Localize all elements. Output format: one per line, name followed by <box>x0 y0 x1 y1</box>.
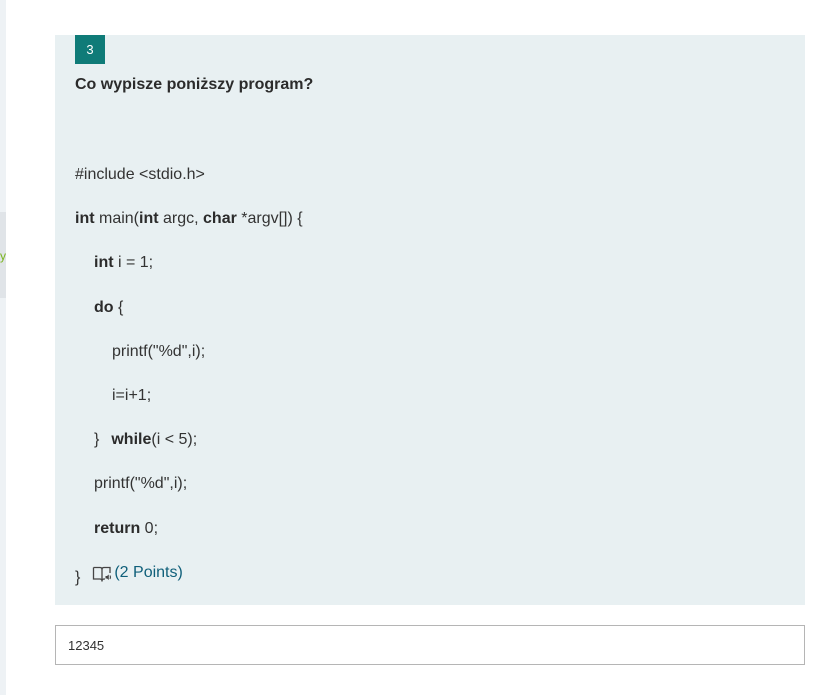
code-keyword: int <box>139 210 159 227</box>
code-keyword: char <box>203 210 237 227</box>
code-line-while: } while(i < 5); <box>94 430 197 450</box>
code-text: { <box>113 299 124 316</box>
question-points: (2 Points) <box>114 564 183 581</box>
code-line-printf-final: printf("%d",i); <box>94 475 188 492</box>
code-line-printf-loop: printf("%d",i); <box>112 343 206 360</box>
code-line-do: do { <box>94 298 123 318</box>
code-text: } <box>75 569 81 586</box>
code-line-increment: i=i+1; <box>112 387 152 404</box>
left-panel-glyph: y <box>0 249 6 263</box>
question-title: Co wypisze poniższy program? <box>75 76 314 93</box>
code-keyword: return <box>94 520 141 537</box>
code-text: 0; <box>140 520 159 537</box>
code-line-int-i: int i = 1; <box>94 253 153 273</box>
left-panel-edge <box>0 0 6 695</box>
code-text: i = 1; <box>113 254 154 271</box>
code-keyword: while <box>111 431 152 448</box>
code-text: (i < 5); <box>151 431 198 448</box>
code-keyword: int <box>94 254 114 271</box>
code-line-main: int main(int argc, char *argv[]) { <box>75 209 303 229</box>
points-group: (2 Points) <box>92 563 183 583</box>
code-text: argc, <box>158 210 204 227</box>
question-card: 3 Co wypisze poniższy program? #include … <box>55 35 805 605</box>
code-text: } <box>94 431 100 448</box>
code-line-closing: } (2 Points) <box>75 563 183 588</box>
code-keyword: int <box>75 210 95 227</box>
code-text: *argv[]) { <box>236 210 303 227</box>
code-line-return: return 0; <box>94 519 158 539</box>
code-line-include: #include <stdio.h> <box>75 166 205 183</box>
immersive-reader-icon[interactable] <box>92 564 112 583</box>
code-text: main( <box>94 210 139 227</box>
code-keyword: do <box>94 299 114 316</box>
question-number-badge: 3 <box>75 35 105 64</box>
answer-input[interactable] <box>55 625 805 665</box>
